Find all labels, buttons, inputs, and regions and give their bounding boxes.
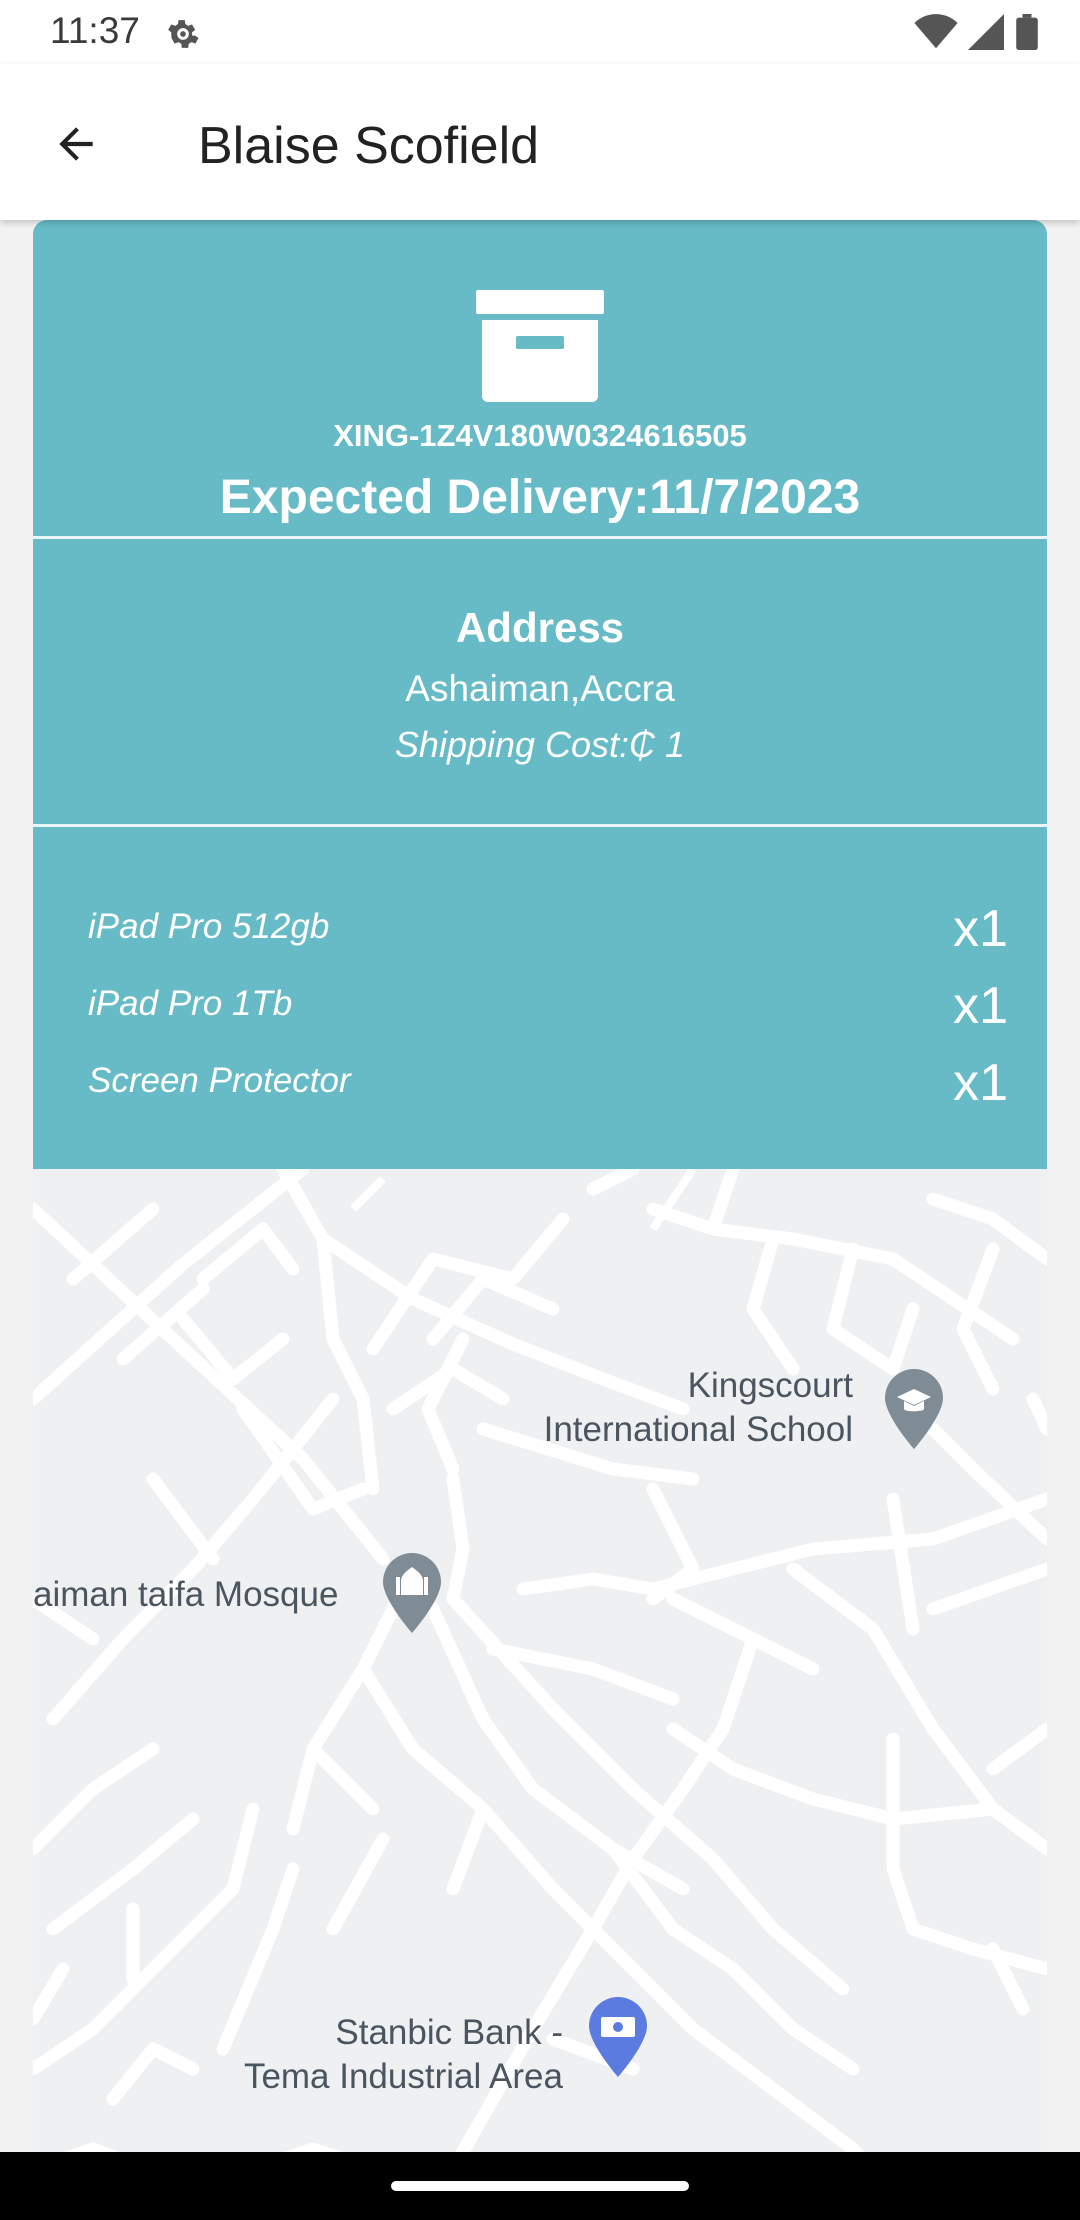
shipment-header: XING-1Z4V180W0324616505 Expected Deliver… — [33, 220, 1047, 536]
expected-delivery-date: 11/7/2023 — [649, 471, 861, 524]
tracking-number: XING-1Z4V180W0324616505 — [333, 418, 747, 453]
mosque-pin-icon[interactable] — [381, 1553, 443, 1633]
settings-gear-icon — [168, 20, 199, 48]
expected-delivery-label: Expected Delivery: — [219, 471, 650, 524]
list-item: Screen Protector x1 — [88, 1053, 1008, 1113]
back-button[interactable] — [40, 108, 112, 180]
poi-label-line: Stanbic Bank - — [335, 2013, 563, 2052]
archive-box-icon — [476, 290, 604, 402]
poi-label-mosque[interactable]: aiman taifa Mosque — [33, 1573, 338, 1617]
home-gesture-handle[interactable] — [391, 2181, 689, 2191]
address-text: Ashaiman,Accra — [405, 668, 675, 709]
poi-label-school[interactable]: Kingscourt International School — [513, 1364, 853, 1452]
expected-delivery: Expected Delivery:11/7/2023 — [33, 470, 1047, 525]
bank-pin-icon[interactable] — [587, 1997, 649, 2077]
item-qty: x1 — [953, 977, 1008, 1035]
shipment-card: XING-1Z4V180W0324616505 Expected Deliver… — [33, 220, 1047, 2220]
item-name: iPad Pro 1Tb — [88, 984, 293, 1023]
address-heading: Address — [455, 604, 625, 651]
app-bar: Blaise Scofield — [0, 64, 1080, 220]
poi-label-line: Tema Industrial Area — [243, 2057, 563, 2096]
poi-label-bank[interactable]: Stanbic Bank - Tema Industrial Area — [193, 2011, 563, 2099]
list-item: iPad Pro 512gb x1 — [88, 899, 1008, 959]
divider — [33, 536, 1047, 539]
status-bar: 11:37 — [0, 0, 1080, 64]
battery-icon — [1016, 14, 1038, 50]
list-item: iPad Pro 1Tb x1 — [88, 976, 1008, 1036]
map-view[interactable]: Kingscourt International School aiman ta… — [33, 1169, 1047, 2220]
shipping-cost: Shipping Cost:₵ 1 — [394, 724, 686, 765]
status-icons — [914, 14, 1040, 50]
divider — [33, 824, 1047, 827]
poi-label-line: Kingscourt — [687, 1366, 853, 1405]
status-time: 11:37 — [50, 10, 140, 51]
poi-label-line: aiman taifa Mosque — [33, 1575, 339, 1614]
cell-signal-icon — [968, 14, 1004, 50]
arrow-back-icon — [59, 127, 93, 161]
school-pin-icon[interactable] — [883, 1369, 945, 1449]
item-name: Screen Protector — [88, 1061, 351, 1100]
wifi-icon — [914, 14, 958, 49]
item-name: iPad Pro 512gb — [88, 907, 330, 946]
system-nav-bar — [0, 2152, 1080, 2220]
item-qty: x1 — [953, 900, 1008, 958]
item-qty: x1 — [953, 1054, 1008, 1112]
poi-label-line: International School — [543, 1410, 853, 1449]
page-title: Blaise Scofield — [198, 117, 540, 175]
